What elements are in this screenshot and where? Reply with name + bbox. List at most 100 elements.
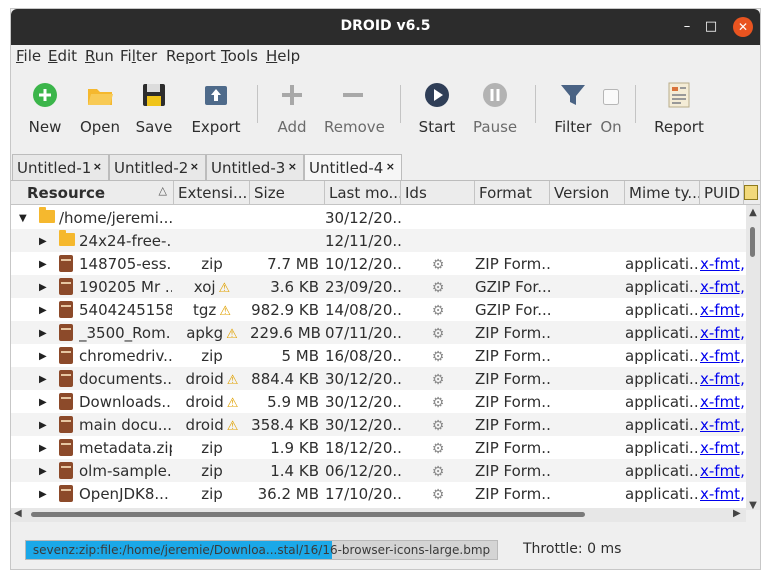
size-cell: 5.9 MB — [267, 393, 319, 411]
add-button[interactable]: Add — [275, 81, 309, 141]
gear-icon: ⚙ — [431, 257, 445, 273]
expand-icon[interactable]: ▶ — [39, 351, 47, 362]
report-button[interactable]: Report — [654, 81, 704, 141]
puid-link[interactable]: x-fmt, — [700, 439, 744, 457]
table-row[interactable]: ▶ 148705-ess... zip 7.7 MB 10/12/20... ⚙ ZIP F… — [11, 252, 746, 275]
table-row[interactable]: ▶ _3500_Rom... apkg ⚠ 229.6 MB 07/11/20... ⚙ ZI… — [11, 321, 746, 344]
column-header-last-modified[interactable]: Last mo... — [325, 181, 401, 205]
scroll-down-icon[interactable]: ▼ — [747, 500, 759, 510]
scroll-right-icon[interactable]: ▶ — [733, 508, 741, 519]
menu-edit[interactable]: Edit — [48, 47, 77, 65]
table-row[interactable]: ▶ chromedriv... zip 5 MB 16/08/20... ⚙ ZIP For… — [11, 344, 746, 367]
puid-link[interactable]: x-fmt, — [700, 416, 744, 434]
ids-cell: ⚙ — [401, 344, 475, 367]
column-header-format[interactable]: Format — [475, 181, 550, 205]
format-cell: ZIP Form... — [475, 370, 550, 388]
expand-icon[interactable]: ▶ — [39, 443, 47, 454]
vertical-scrollbar[interactable]: ▲ ▼ — [746, 205, 760, 510]
expand-icon[interactable]: ▶ — [39, 374, 47, 385]
tab-untitled-1[interactable]: Untitled-1 × — [12, 154, 109, 180]
puid-link[interactable]: x-fmt, — [700, 462, 744, 480]
expand-icon[interactable]: ▶ — [39, 397, 47, 408]
puid-link[interactable]: x-fmt, — [700, 324, 744, 342]
table-row[interactable]: ▶ documents.... droid ⚠ 884.4 KB 30/12/20... ⚙… — [11, 367, 746, 390]
column-header-mime-type[interactable]: Mime ty... — [625, 181, 700, 205]
puid-cell: x-fmt, — [700, 275, 744, 298]
tab-untitled-2[interactable]: Untitled-2 × — [109, 154, 206, 180]
filter-on-toggle[interactable]: On — [600, 81, 622, 141]
menu-help[interactable]: Help — [266, 47, 300, 65]
expand-icon[interactable]: ▶ — [39, 466, 47, 477]
extension-cell: tgz ⚠ — [174, 298, 250, 321]
expand-icon[interactable]: ▶ — [39, 420, 47, 431]
puid-cell: x-fmt, — [700, 413, 744, 436]
close-tab-icon[interactable]: × — [288, 160, 297, 173]
extension-text: zip — [201, 347, 223, 365]
menu-file[interactable]: File — [16, 47, 41, 65]
new-button[interactable]: New — [27, 81, 63, 141]
expand-icon[interactable]: ▶ — [39, 328, 47, 339]
gear-icon: ⚙ — [431, 441, 445, 457]
toolbar: New Open Save Export Add Remove Start Pa… — [11, 69, 760, 155]
last-modified-cell: 16/08/20... — [325, 347, 401, 365]
horizontal-scroll-thumb[interactable] — [31, 512, 585, 517]
export-button[interactable]: Export — [188, 81, 244, 141]
table-row[interactable]: ▶ main docu... droid ⚠ 358.4 KB 30/12/20... ⚙ Z… — [11, 413, 746, 436]
expand-icon[interactable]: ▶ — [39, 282, 47, 293]
puid-link[interactable]: x-fmt, — [700, 301, 744, 319]
puid-link[interactable]: x-fmt, — [700, 347, 744, 365]
collapse-icon[interactable]: ▼ — [19, 213, 27, 224]
column-header-size[interactable]: Size — [250, 181, 325, 205]
horizontal-scrollbar[interactable]: ◀ ▶ — [11, 508, 746, 522]
minimize-button[interactable]: – — [677, 17, 697, 37]
table-row[interactable]: ▶ olm-sample... zip 1.4 KB 06/12/20... ⚙ ZIP F… — [11, 459, 746, 482]
toolbar-separator — [400, 85, 401, 123]
close-tab-icon[interactable]: × — [386, 160, 395, 173]
scroll-left-icon[interactable]: ◀ — [14, 508, 22, 519]
vertical-scroll-thumb[interactable] — [750, 227, 755, 257]
extension-cell: zip — [174, 436, 250, 459]
close-tab-icon[interactable]: × — [190, 160, 199, 173]
puid-link[interactable]: x-fmt, — [700, 393, 744, 411]
table-row[interactable]: ▶ OpenJDK8... zip 36.2 MB 17/10/20... ⚙ ZIP Fo… — [11, 482, 746, 505]
start-button[interactable]: Start — [418, 81, 456, 141]
column-header-ids[interactable]: Ids — [401, 181, 475, 205]
menu-report[interactable]: Report — [166, 47, 216, 65]
menu-tools[interactable]: Tools — [221, 47, 258, 65]
table-row[interactable]: ▶ Downloads.... droid ⚠ 5.9 MB 30/12/20... ⚙ ZI… — [11, 390, 746, 413]
expand-icon[interactable]: ▶ — [39, 259, 47, 270]
tab-untitled-4[interactable]: Untitled-4 × — [304, 154, 402, 181]
open-button[interactable]: Open — [79, 81, 121, 141]
column-header-puid[interactable]: PUID — [700, 181, 744, 205]
remove-button[interactable]: Remove — [324, 81, 385, 141]
extension-cell: droid ⚠ — [174, 413, 250, 436]
table-row[interactable]: ▶5404245158...tgz⚠982.9 KB14/08/20...⚙GZ… — [11, 298, 746, 321]
tab-untitled-3[interactable]: Untitled-3 × — [206, 154, 304, 180]
puid-link[interactable]: x-fmt, — [700, 255, 744, 273]
table-row[interactable]: ▶ metadata.zip zip 1.9 KB 18/12/20... ⚙ ZIP Fo… — [11, 436, 746, 459]
filter-button[interactable]: Filter — [553, 81, 593, 141]
scroll-up-icon[interactable]: ▲ — [747, 207, 759, 218]
column-header-resource[interactable]: Resource △ — [11, 181, 174, 205]
maximize-button[interactable]: □ — [701, 17, 721, 37]
column-header-extension[interactable]: Extensi... — [174, 181, 250, 205]
close-button[interactable]: ✕ — [733, 17, 753, 37]
close-tab-icon[interactable]: × — [93, 160, 102, 173]
puid-link[interactable]: x-fmt, — [700, 485, 744, 503]
table-row[interactable]: ▼ /home/jeremi... 30/12/20... — [11, 206, 746, 229]
menu-filter[interactable]: Filter — [120, 47, 157, 65]
puid-link[interactable]: x-fmt, — [700, 370, 744, 388]
pause-button[interactable]: Pause — [473, 81, 517, 141]
version-cell — [550, 275, 625, 298]
expand-icon[interactable]: ▶ — [39, 236, 47, 247]
puid-cell: x-fmt, — [700, 436, 744, 459]
save-button[interactable]: Save — [135, 81, 173, 141]
table-row[interactable]: ▶ 190205 Mr ... xoj ⚠ 3.6 KB 23/09/20... ⚙ GZIP… — [11, 275, 746, 298]
menu-run[interactable]: Run — [85, 47, 114, 65]
expand-icon[interactable]: ▶ — [39, 305, 47, 316]
expand-icon[interactable]: ▶ — [39, 489, 47, 500]
puid-link[interactable]: x-fmt, — [700, 278, 744, 296]
table-row[interactable]: ▶ 24x24-free-... 12/11/20... — [11, 229, 746, 252]
column-header-version[interactable]: Version — [550, 181, 625, 205]
column-chooser-icon[interactable] — [744, 185, 758, 200]
